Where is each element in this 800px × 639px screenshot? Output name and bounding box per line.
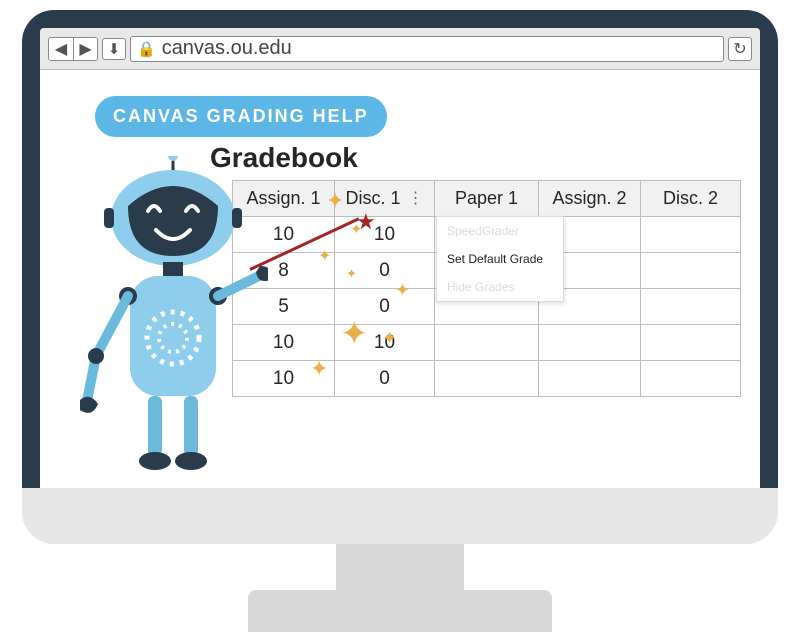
grade-cell[interactable] <box>539 325 641 361</box>
back-button[interactable]: ◀ <box>49 38 73 60</box>
nav-button-group: ◀ ▶ <box>48 37 98 61</box>
menu-item-speedgrader[interactable]: SpeedGrader <box>437 217 563 245</box>
table-row: 10 0 <box>233 361 741 397</box>
monitor-stand-base <box>248 590 552 632</box>
sparkle-icon: ✦ <box>318 246 331 266</box>
menu-item-hide-grades[interactable]: Hide Grades <box>437 273 563 301</box>
pointer-star-icon: ★ <box>356 209 376 235</box>
grade-cell[interactable]: 0 <box>335 361 435 397</box>
grade-cell[interactable] <box>641 361 741 397</box>
grade-cell[interactable] <box>641 325 741 361</box>
grade-cell[interactable] <box>641 289 741 325</box>
url-text: canvas.ou.edu <box>162 37 292 60</box>
menu-item-set-default-grade[interactable]: Set Default Grade <box>437 245 563 273</box>
col-assign-2[interactable]: Assign. 2 <box>539 181 641 217</box>
sparkle-icon: ✦ <box>340 314 369 354</box>
address-bar: ◀ ▶ ⬇ 🔒 canvas.ou.edu ↻ <box>40 28 760 70</box>
grade-cell[interactable] <box>539 361 641 397</box>
col-disc-2[interactable]: Disc. 2 <box>641 181 741 217</box>
monitor-frame: ◀ ▶ ⬇ 🔒 canvas.ou.edu ↻ CANVAS GRADING H… <box>22 10 778 520</box>
page-content: CANVAS GRADING HELP Gradebook Assign. 1 … <box>40 70 760 502</box>
grade-cell[interactable] <box>641 253 741 289</box>
help-badge: CANVAS GRADING HELP <box>95 96 387 137</box>
table-header-row: Assign. 1 Disc. 1 ⋮ Paper 1 Assign. 2 Di… <box>233 181 741 217</box>
robot-illustration <box>78 156 268 496</box>
sparkle-icon: ✦ <box>326 188 344 214</box>
browser-window: ◀ ▶ ⬇ 🔒 canvas.ou.edu ↻ CANVAS GRADING H… <box>40 28 760 502</box>
download-button[interactable]: ⬇ <box>102 38 126 60</box>
grade-cell[interactable] <box>641 217 741 253</box>
lock-icon: 🔒 <box>137 40 156 58</box>
sparkle-icon: ✦ <box>382 328 397 349</box>
sparkle-icon: ✦ <box>346 266 357 282</box>
column-menu: SpeedGrader Set Default Grade Hide Grade… <box>436 216 564 302</box>
table-row: 10 10 <box>233 325 741 361</box>
col-disc-1[interactable]: Disc. 1 ⋮ <box>335 181 435 217</box>
grade-cell[interactable] <box>435 325 539 361</box>
refresh-button[interactable]: ↻ <box>728 37 752 61</box>
sparkle-icon: ✦ <box>395 280 410 301</box>
col-paper-1[interactable]: Paper 1 <box>435 181 539 217</box>
url-field[interactable]: 🔒 canvas.ou.edu <box>130 36 724 62</box>
monitor-bezel-bottom <box>22 488 778 544</box>
kebab-icon[interactable]: ⋮ <box>408 194 424 204</box>
grade-cell[interactable] <box>435 361 539 397</box>
sparkle-icon: ✦ <box>310 356 328 382</box>
forward-button[interactable]: ▶ <box>73 38 97 60</box>
